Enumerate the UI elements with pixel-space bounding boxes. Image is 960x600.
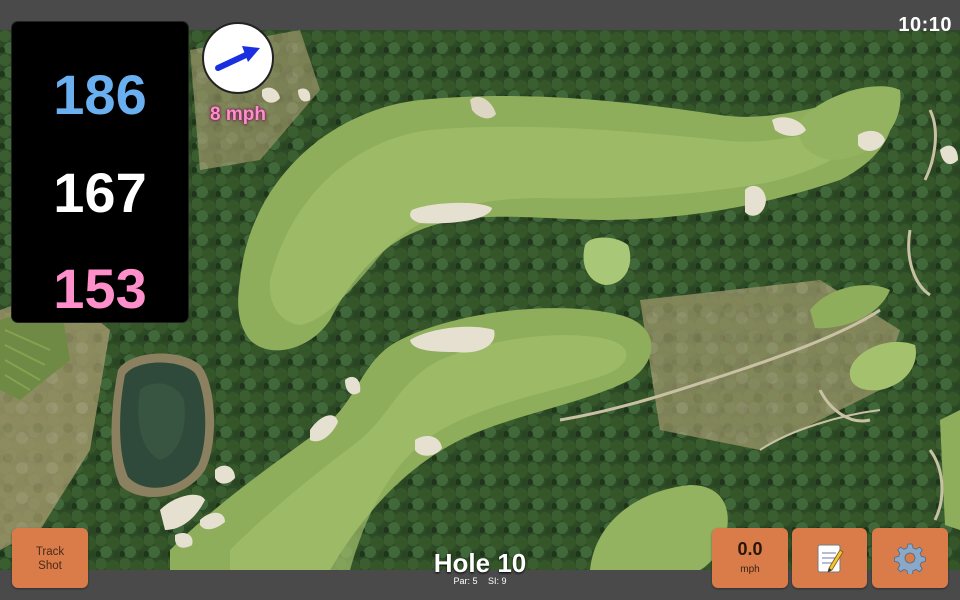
- wind-direction-indicator: [202, 22, 274, 94]
- track-shot-button[interactable]: Track Shot: [12, 528, 88, 588]
- back-distance: 186: [53, 63, 147, 126]
- front-distance: 153: [53, 257, 147, 320]
- wind-speed-unit: mph: [740, 564, 760, 575]
- hole-info: Hole 10 Par: 5 SI: 9: [380, 548, 580, 586]
- middle-distance: 167: [53, 161, 147, 224]
- distance-panel: 186 167 153: [12, 22, 188, 322]
- status-clock: 10:10: [898, 14, 952, 36]
- hole-stroke-index: SI: 9: [488, 576, 507, 586]
- hole-par: Par: 5: [453, 576, 478, 586]
- notes-button[interactable]: [792, 528, 867, 588]
- settings-button[interactable]: [872, 528, 948, 588]
- wind-speed-value: 0.0: [737, 539, 763, 559]
- wind-speed-label: 8 mph: [210, 104, 266, 125]
- hole-details: Par: 5 SI: 9: [380, 576, 580, 586]
- hole-title: Hole 10: [433, 548, 527, 578]
- wind-speed-button[interactable]: 0.0 mph: [712, 528, 788, 588]
- track-shot-label-line1: Track: [35, 546, 65, 558]
- track-shot-label-line2: Shot: [38, 560, 62, 572]
